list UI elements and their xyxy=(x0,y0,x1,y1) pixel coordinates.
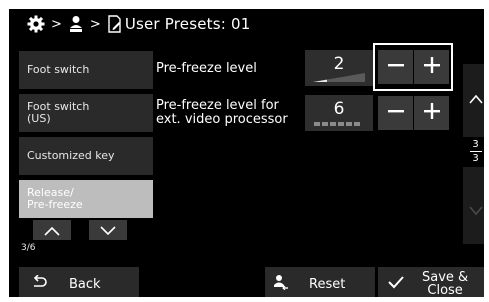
sidebar-page-down-button[interactable] xyxy=(89,220,127,240)
sidebar-item-release-pre-freeze[interactable]: Release/ Pre-freeze xyxy=(19,180,153,218)
sidebar-page-up-button[interactable] xyxy=(33,220,71,240)
pre-freeze-level-ext-number: 6 xyxy=(333,99,345,119)
sidebar-page-indicator: 3/6 xyxy=(21,243,36,253)
chevron-up-icon xyxy=(44,221,60,240)
pre-freeze-level-value: 2 xyxy=(305,50,373,86)
user-reset-icon xyxy=(273,274,289,294)
chevron-down-icon xyxy=(100,221,116,240)
back-arrow-icon xyxy=(31,274,47,293)
level-gauge xyxy=(313,73,365,82)
user-presets-screen: > > User Presets: 01 Foot switch Foot sw… xyxy=(7,7,486,299)
minus-icon xyxy=(387,56,405,78)
plus-icon xyxy=(423,56,441,78)
scroll-down-button xyxy=(463,181,484,239)
pre-freeze-level-minus-button[interactable] xyxy=(378,50,413,84)
reset-label: Reset xyxy=(309,276,346,292)
level-segments xyxy=(314,122,360,126)
scroll-page-total: 3 xyxy=(472,153,479,164)
sidebar-item-label: Foot switch (US) xyxy=(27,100,90,125)
sidebar-item-label: Release/ Pre-freeze xyxy=(27,186,83,211)
pre-freeze-level-ext-minus-button[interactable] xyxy=(378,96,413,130)
breadcrumb-separator: > xyxy=(51,16,62,32)
edit-document-icon xyxy=(107,15,123,33)
page-title: User Presets: 01 xyxy=(124,15,251,33)
breadcrumb-separator: > xyxy=(89,16,101,32)
pre-freeze-level-ext-label: Pre-freeze level for ext. video processo… xyxy=(156,98,288,127)
gear-icon xyxy=(27,15,45,33)
plus-icon xyxy=(423,102,441,124)
back-label: Back xyxy=(69,276,101,292)
sidebar-item-foot-switch[interactable]: Foot switch xyxy=(19,51,153,89)
scroll-page-indicator: 3 3 xyxy=(463,137,484,167)
chevron-down-icon xyxy=(468,201,483,220)
sidebar-item-label: Foot switch xyxy=(27,63,90,76)
save-close-label: Save & Close xyxy=(422,270,469,298)
save-close-button[interactable]: Save & Close xyxy=(378,267,484,298)
pre-freeze-level-plus-button[interactable] xyxy=(414,50,449,84)
checkmark-icon xyxy=(388,275,404,293)
scroll-page-current: 3 xyxy=(472,139,479,150)
pre-freeze-level-ext-plus-button[interactable] xyxy=(414,96,449,130)
header-breadcrumb: > > User Presets: 01 xyxy=(9,9,484,39)
pre-freeze-level-number: 2 xyxy=(333,54,345,74)
sidebar-item-foot-switch-us[interactable]: Foot switch (US) xyxy=(19,94,153,132)
user-icon xyxy=(68,15,84,33)
reset-button[interactable]: Reset xyxy=(265,267,375,297)
pre-freeze-level-ext-value: 6 xyxy=(305,95,373,131)
sidebar-item-customized-key[interactable]: Customized key xyxy=(19,137,153,175)
scroll-up-button[interactable] xyxy=(463,69,484,127)
minus-icon xyxy=(387,102,405,124)
sidebar-item-label: Customized key xyxy=(27,149,115,162)
back-button[interactable]: Back xyxy=(19,267,139,297)
chevron-up-icon xyxy=(468,89,483,108)
fraction-divider xyxy=(469,151,482,152)
pre-freeze-level-label: Pre-freeze level xyxy=(156,61,257,76)
